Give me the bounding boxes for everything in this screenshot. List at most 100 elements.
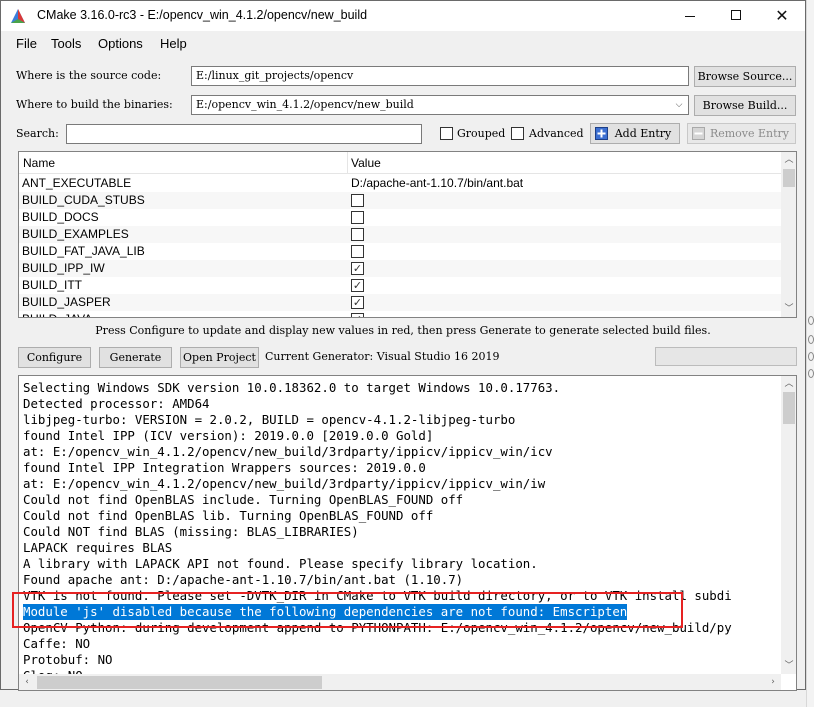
log-line: Found apache ant: D:/apache-ant-1.10.7/b… [23,572,464,587]
cache-table[interactable]: Name Value ANT_EXECUTABLE D:/apache-ant-1… [18,151,797,318]
remove-entry-label: Remove Entry [709,127,790,140]
close-icon: ✕ [775,6,789,25]
add-icon [595,127,608,140]
log-line: A library with LAPACK API not found. Ple… [23,556,538,571]
annotation-highlight-box [12,592,683,628]
unchecked-checkbox[interactable] [351,228,364,241]
unchecked-checkbox[interactable] [351,211,364,224]
log-line: at: E:/opencv_win_4.1.2/opencv/new_build… [23,444,553,459]
grouped-label: Grouped [457,127,506,140]
generate-button[interactable]: Generate [99,347,172,368]
remove-entry-button[interactable]: Remove Entry [687,123,796,144]
log-line: found Intel IPP Integration Wrappers sou… [23,460,426,475]
cache-row[interactable]: BUILD_EXAMPLES [19,226,781,243]
advanced-label: Advanced [529,127,584,140]
cache-row[interactable]: BUILD_JAVA ✓ [19,311,781,317]
cache-row[interactable]: BUILD_JASPER ✓ [19,294,781,311]
cache-entry-value[interactable]: D:/apache-ant-1.10.7/bin/ant.bat [351,176,523,190]
desktop-background [806,0,814,707]
log-line: Could not find OpenBLAS lib. Turning Ope… [23,508,434,523]
log-line: Caffe: NO [23,636,91,651]
checked-checkbox[interactable]: ✓ [351,279,364,292]
chevron-down-icon[interactable]: ⌵ [672,98,686,112]
checked-checkbox[interactable]: ✓ [351,296,364,309]
open-project-button[interactable]: Open Project [180,347,259,368]
minimize-button[interactable] [667,1,713,31]
minimize-icon [685,15,695,17]
desktop-background-bottom [0,690,806,707]
log-line: Selecting Windows SDK version 10.0.18362… [23,380,561,395]
configure-button[interactable]: Configure [18,347,91,368]
cache-vertical-scrollbar[interactable]: ︿ ﹀ [781,152,796,317]
log-line: Detected processor: AMD64 [23,396,210,411]
cache-entry-name: ANT_EXECUTABLE [22,176,132,190]
current-generator: Current Generator: Visual Studio 16 2019 [265,350,500,363]
log-line: libjpeg-turbo: VERSION = 2.0.2, BUILD = … [23,412,516,427]
menu-tools[interactable]: Tools [51,36,81,51]
search-input[interactable] [66,124,422,144]
title-bar[interactable]: CMake 3.16.0-rc3 - E:/opencv_win_4.1.2/o… [1,1,805,31]
cache-row[interactable]: BUILD_CUDA_STUBS [19,192,781,209]
scroll-thumb[interactable] [37,676,322,689]
cache-row[interactable]: BUILD_ITT ✓ [19,277,781,294]
browse-source-button[interactable]: Browse Source... [694,66,796,87]
cache-entry-name: BUILD_EXAMPLES [22,227,129,241]
header-divider [347,152,348,174]
cache-entry-name: BUILD_IPP_IW [22,261,105,275]
scroll-up-icon[interactable]: ︿ [781,152,796,168]
name-column-header[interactable]: Name [23,156,55,170]
checked-checkbox[interactable]: ✓ [351,313,364,317]
scroll-down-icon[interactable]: ﹀ [781,658,796,674]
output-horizontal-scrollbar[interactable]: ‹ › [19,674,781,690]
log-line: LAPACK requires BLAS [23,540,173,555]
scroll-down-icon[interactable]: ﹀ [781,301,796,317]
add-entry-button[interactable]: Add Entry [590,123,680,144]
cache-entry-name: BUILD_DOCS [22,210,99,224]
source-label: Where is the source code: [16,69,162,82]
close-button[interactable]: ✕ [759,1,805,31]
remove-icon [692,127,705,140]
scroll-right-icon[interactable]: › [765,674,781,690]
log-line: Could NOT find BLAS (missing: BLAS_LIBRA… [23,524,359,539]
checked-checkbox[interactable]: ✓ [351,262,364,275]
add-entry-label: Add Entry [614,127,672,140]
scroll-thumb[interactable] [783,392,795,424]
cmake-app-icon [11,9,25,23]
maximize-button[interactable] [713,1,759,31]
log-line: at: E:/opencv_win_4.1.2/opencv/new_build… [23,476,546,491]
cache-entry-name: BUILD_CUDA_STUBS [22,193,145,207]
search-label: Search: [16,127,59,140]
scroll-up-icon[interactable]: ︿ [781,376,796,392]
build-path-combo[interactable]: E:/opencv_win_4.1.2/opencv/new_build ⌵ [191,95,689,115]
menu-bar: File Tools Options Help [1,33,805,55]
cache-entry-name: BUILD_JASPER [22,295,111,309]
scroll-thumb[interactable] [783,169,795,187]
build-label: Where to build the binaries: [16,98,173,111]
output-vertical-scrollbar[interactable]: ︿ ﹀ [781,376,796,674]
cache-row[interactable]: BUILD_DOCS [19,209,781,226]
cache-entry-name: BUILD_ITT [22,278,83,292]
cache-row[interactable]: BUILD_FAT_JAVA_LIB [19,243,781,260]
source-path-input[interactable]: E:/linux_git_projects/opencv [191,66,689,86]
cache-row[interactable]: ANT_EXECUTABLE D:/apache-ant-1.10.7/bin/a… [19,175,781,192]
grouped-checkbox[interactable] [440,127,453,140]
unchecked-checkbox[interactable] [351,245,364,258]
cache-row[interactable]: BUILD_IPP_IW ✓ [19,260,781,277]
output-log[interactable]: Selecting Windows SDK version 10.0.18362… [18,375,797,691]
progress-bar [655,347,797,366]
browse-build-button[interactable]: Browse Build... [694,95,796,116]
log-line: found Intel IPP (ICV version): 2019.0.0 … [23,428,434,443]
cmake-window: CMake 3.16.0-rc3 - E:/opencv_win_4.1.2/o… [0,0,806,691]
unchecked-checkbox[interactable] [351,194,364,207]
menu-options[interactable]: Options [98,36,143,51]
log-lines: Selecting Windows SDK version 10.0.18362… [23,380,783,684]
window-title: CMake 3.16.0-rc3 - E:/opencv_win_4.1.2/o… [37,8,368,22]
menu-file[interactable]: File [16,36,37,51]
cache-table-header: Name Value [19,152,781,174]
value-column-header[interactable]: Value [351,156,381,170]
build-path-value: E:/opencv_win_4.1.2/opencv/new_build [196,98,414,111]
menu-help[interactable]: Help [160,36,187,51]
scroll-left-icon[interactable]: ‹ [19,674,35,690]
cache-entry-name: BUILD_FAT_JAVA_LIB [22,244,145,258]
advanced-checkbox[interactable] [511,127,524,140]
